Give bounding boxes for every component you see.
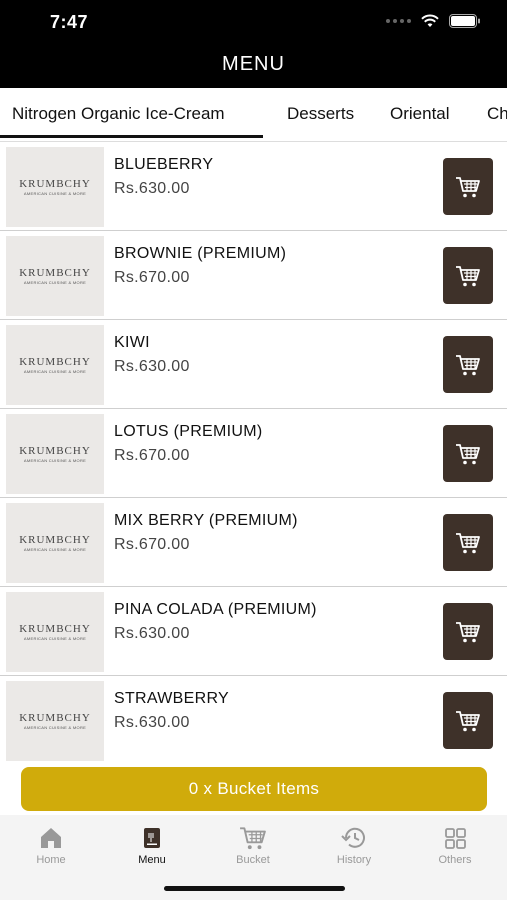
tab-desserts[interactable]: Desserts <box>287 104 354 124</box>
nav-item-bucket[interactable]: Bucket <box>213 825 293 866</box>
tab-nitrogen-organic-ice-cream[interactable]: Nitrogen Organic Ice-Cream <box>12 104 225 124</box>
product-name: BROWNIE (PREMIUM) <box>114 245 287 262</box>
nav-item-history[interactable]: History <box>314 825 394 866</box>
product-name: STRAWBERRY <box>114 690 230 707</box>
brand-logo-text: KRUMBCHY <box>19 623 91 635</box>
brand-logo-subtext: AMERICAN CUISINE & MORE <box>23 725 87 730</box>
product-price: Rs.630.00 <box>114 358 190 375</box>
status-bar: 7:47 <box>0 0 507 46</box>
brand-logo-subtext: AMERICAN CUISINE & MORE <box>23 369 87 374</box>
signal-dots-icon <box>386 19 411 23</box>
cart-icon <box>456 354 480 375</box>
wifi-icon <box>421 14 439 27</box>
product-image: KRUMBCHY AMERICAN CUISINE & MORE <box>6 681 104 761</box>
add-to-cart-button[interactable] <box>443 692 493 749</box>
product-price: Rs.630.00 <box>114 714 190 731</box>
tab-partial[interactable]: Ch <box>487 104 507 124</box>
product-image: KRUMBCHY AMERICAN CUISINE & MORE <box>6 236 104 316</box>
status-time: 7:47 <box>50 12 89 32</box>
product-price: Rs.670.00 <box>114 447 190 464</box>
product-price: Rs.630.00 <box>114 180 190 197</box>
grid-icon <box>445 828 466 849</box>
add-to-cart-button[interactable] <box>443 514 493 571</box>
product-image: KRUMBCHY AMERICAN CUISINE & MORE <box>6 414 104 494</box>
add-to-cart-button[interactable] <box>443 158 493 215</box>
product-image: KRUMBCHY AMERICAN CUISINE & MORE <box>6 325 104 405</box>
cart-icon <box>456 176 480 197</box>
add-to-cart-button[interactable] <box>443 425 493 482</box>
nav-label: History <box>336 854 372 866</box>
home-indicator <box>164 886 345 891</box>
bucket-items-button[interactable]: 0 x Bucket Items <box>21 767 487 811</box>
nav-label: Home <box>36 854 66 866</box>
brand-logo-text: KRUMBCHY <box>19 712 91 724</box>
battery-icon <box>449 14 480 28</box>
cart-icon <box>456 265 480 286</box>
cart-icon <box>456 532 480 553</box>
nav-item-others[interactable]: Others <box>415 825 495 866</box>
cart-icon <box>456 443 480 464</box>
product-price: Rs.670.00 <box>114 269 190 286</box>
cart-icon <box>456 710 480 731</box>
header: MENU <box>0 46 507 88</box>
cart-icon <box>240 827 266 850</box>
brand-logo-subtext: AMERICAN CUISINE & MORE <box>23 280 87 285</box>
product-item[interactable]: KRUMBCHY AMERICAN CUISINE & MORE MIX BER… <box>0 498 507 587</box>
product-item[interactable]: KRUMBCHY AMERICAN CUISINE & MORE KIWI Rs… <box>0 320 507 409</box>
add-to-cart-button[interactable] <box>443 247 493 304</box>
tab-oriental[interactable]: Oriental <box>390 104 450 124</box>
menu-icon <box>144 828 160 848</box>
brand-logo-text: KRUMBCHY <box>19 356 91 368</box>
brand-logo-text: KRUMBCHY <box>19 534 91 546</box>
add-to-cart-button[interactable] <box>443 336 493 393</box>
product-item[interactable]: KRUMBCHY AMERICAN CUISINE & MORE PINA CO… <box>0 587 507 676</box>
product-price: Rs.670.00 <box>114 536 190 553</box>
product-image: KRUMBCHY AMERICAN CUISINE & MORE <box>6 592 104 672</box>
product-item[interactable]: KRUMBCHY AMERICAN CUISINE & MORE BLUEBER… <box>0 142 507 231</box>
product-image: KRUMBCHY AMERICAN CUISINE & MORE <box>6 147 104 227</box>
product-item[interactable]: KRUMBCHY AMERICAN CUISINE & MORE STRAWBE… <box>0 676 507 762</box>
category-tabs: Nitrogen Organic Ice-Cream Desserts Orie… <box>0 88 507 142</box>
product-name: KIWI <box>114 334 150 351</box>
product-price: Rs.630.00 <box>114 625 190 642</box>
product-image: KRUMBCHY AMERICAN CUISINE & MORE <box>6 503 104 583</box>
product-item[interactable]: KRUMBCHY AMERICAN CUISINE & MORE LOTUS (… <box>0 409 507 498</box>
product-name: LOTUS (PREMIUM) <box>114 423 263 440</box>
nav-item-home[interactable]: Home <box>11 825 91 866</box>
cart-icon <box>456 621 480 642</box>
nav-label: Others <box>438 854 472 866</box>
nav-label: Menu <box>138 854 166 866</box>
brand-logo-text: KRUMBCHY <box>19 267 91 279</box>
brand-logo-subtext: AMERICAN CUISINE & MORE <box>23 636 87 641</box>
history-icon <box>341 827 365 848</box>
brand-logo-text: KRUMBCHY <box>19 445 91 457</box>
brand-logo-subtext: AMERICAN CUISINE & MORE <box>23 547 87 552</box>
nav-item-menu[interactable]: Menu <box>112 825 192 866</box>
product-list: KRUMBCHY AMERICAN CUISINE & MORE BLUEBER… <box>0 142 507 762</box>
active-tab-indicator <box>0 135 263 138</box>
product-item[interactable]: KRUMBCHY AMERICAN CUISINE & MORE BROWNIE… <box>0 231 507 320</box>
brand-logo-subtext: AMERICAN CUISINE & MORE <box>23 191 87 196</box>
page-title: MENU <box>222 53 285 75</box>
home-icon <box>41 828 61 848</box>
brand-logo-subtext: AMERICAN CUISINE & MORE <box>23 458 87 463</box>
product-name: PINA COLADA (PREMIUM) <box>114 601 317 618</box>
add-to-cart-button[interactable] <box>443 603 493 660</box>
product-name: BLUEBERRY <box>114 156 214 173</box>
nav-label: Bucket <box>236 854 270 866</box>
product-name: MIX BERRY (PREMIUM) <box>114 512 298 529</box>
brand-logo-text: KRUMBCHY <box>19 178 91 190</box>
status-icons <box>386 14 481 28</box>
